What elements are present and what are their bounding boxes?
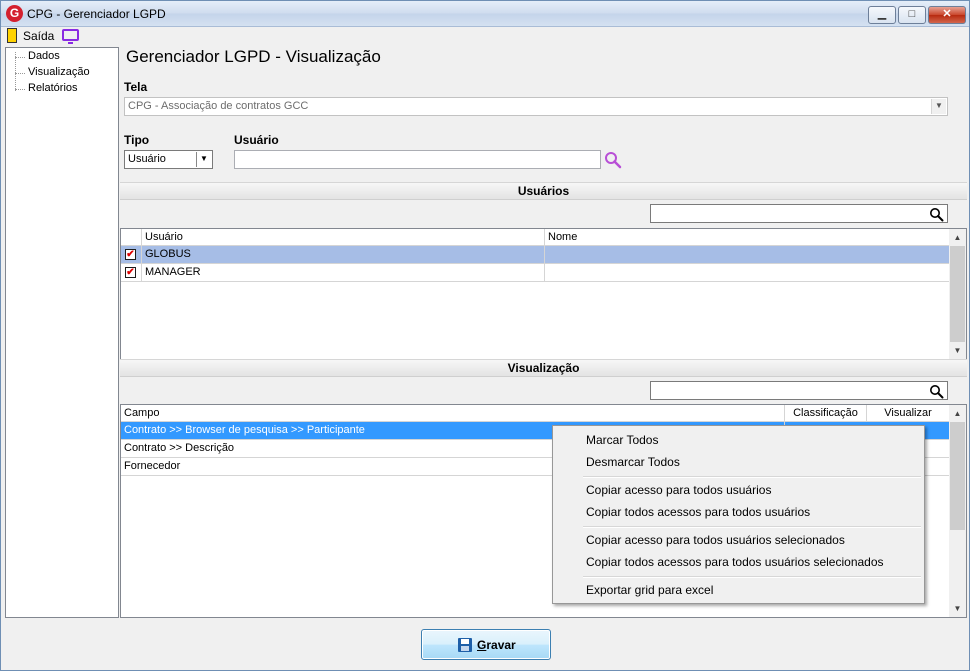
visualizacao-scrollbar[interactable]: ▲ ▼	[949, 405, 966, 617]
close-button[interactable]: ✕	[928, 6, 966, 24]
scroll-thumb[interactable]	[950, 246, 965, 342]
scroll-thumb[interactable]	[950, 422, 965, 530]
checkbox-checked[interactable]: ✔	[125, 267, 136, 278]
menu-item-copiar-acesso-todos[interactable]: Copiar acesso para todos usuários	[586, 483, 771, 497]
chevron-down-icon[interactable]: ▼	[931, 99, 946, 114]
tipo-select-value: Usuário	[128, 153, 166, 165]
usuario-input[interactable]	[234, 150, 601, 169]
menu-separator	[583, 526, 921, 528]
tela-select-value: CPG - Associação de contratos GCC	[128, 100, 309, 112]
navigation-tree: Dados Visualização Relatórios	[5, 47, 119, 618]
app-window: G CPG - Gerenciador LGPD ▁ □ ✕ Saída Dad…	[0, 0, 970, 671]
chevron-down-icon[interactable]: ▼	[196, 152, 211, 167]
scroll-down-icon[interactable]: ▼	[949, 600, 966, 617]
tree-connector	[15, 89, 25, 90]
usuarios-section-header: Usuários	[120, 182, 967, 200]
app-logo-icon: G	[6, 5, 23, 22]
menu-item-desmarcar-todos[interactable]: Desmarcar Todos	[586, 455, 680, 469]
maximize-button[interactable]: □	[898, 6, 926, 24]
scroll-up-icon[interactable]: ▲	[949, 405, 966, 422]
menu-bar: Saída	[1, 27, 969, 45]
scroll-up-icon[interactable]: ▲	[949, 229, 966, 246]
minimize-button[interactable]: ▁	[868, 6, 896, 24]
checkbox-checked[interactable]: ✔	[125, 249, 136, 260]
table-cell-nome[interactable]	[545, 246, 950, 264]
grid-header-usuario[interactable]: Usuário	[142, 229, 545, 246]
menu-item-copiar-todos-acessos-selecionados[interactable]: Copiar todos acessos para todos usuários…	[586, 555, 884, 569]
save-button-mnemonic: G	[477, 638, 487, 652]
table-row[interactable]: ✔	[121, 246, 142, 264]
tela-select[interactable]: CPG - Associação de contratos GCC ▼	[124, 97, 948, 116]
grid-header-campo[interactable]: Campo	[121, 405, 785, 422]
tipo-select[interactable]: Usuário ▼	[124, 150, 213, 169]
exit-door-icon[interactable]	[7, 28, 17, 43]
tipo-label: Tipo	[124, 133, 150, 147]
menu-separator	[583, 576, 921, 578]
save-button-label-rest: ravar	[486, 638, 516, 652]
grid-header-check	[121, 229, 142, 246]
tree-item-visualizacao[interactable]: Visualização	[28, 66, 90, 78]
menu-item-marcar-todos[interactable]: Marcar Todos	[586, 433, 658, 447]
title-bar[interactable]: G CPG - Gerenciador LGPD ▁ □ ✕	[1, 1, 969, 27]
usuario-label: Usuário	[234, 133, 279, 147]
grid-header-nome[interactable]: Nome	[545, 229, 950, 246]
floppy-disk-icon	[458, 638, 472, 652]
screen-icon[interactable]	[62, 29, 79, 44]
table-cell-usuario[interactable]: GLOBUS	[142, 246, 545, 264]
usuarios-search-input[interactable]	[650, 204, 948, 223]
tree-item-relatorios[interactable]: Relatórios	[28, 82, 78, 94]
table-cell-usuario[interactable]: MANAGER	[142, 264, 545, 282]
menu-item-copiar-todos-acessos[interactable]: Copiar todos acessos para todos usuários	[586, 505, 810, 519]
menu-separator	[583, 476, 921, 478]
table-row[interactable]: ✔	[121, 264, 142, 282]
grid-header-visualizar[interactable]: Visualizar	[867, 405, 950, 422]
window-title: CPG - Gerenciador LGPD	[27, 7, 166, 21]
visualizacao-search-input[interactable]	[650, 381, 948, 400]
usuarios-scrollbar[interactable]: ▲ ▼	[949, 229, 966, 359]
save-button[interactable]: Gravar	[421, 629, 551, 660]
search-icon[interactable]	[604, 151, 623, 169]
tree-connector	[15, 57, 25, 58]
page-title: Gerenciador LGPD - Visualização	[126, 47, 381, 66]
search-icon[interactable]	[929, 207, 944, 222]
grid-header-classificacao[interactable]: Classificação	[785, 405, 867, 422]
menu-item-copiar-acesso-selecionados[interactable]: Copiar acesso para todos usuários seleci…	[586, 533, 845, 547]
search-icon[interactable]	[929, 384, 944, 399]
usuarios-grid: Usuário Nome ✔ GLOBUS ✔ MANAGER ▲ ▼	[120, 228, 967, 360]
context-menu: Marcar Todos Desmarcar Todos Copiar aces…	[552, 425, 925, 604]
tree-connector	[15, 73, 25, 74]
tela-label: Tela	[124, 80, 148, 94]
menu-item-exportar-excel[interactable]: Exportar grid para excel	[586, 583, 713, 597]
table-cell-nome[interactable]	[545, 264, 950, 282]
visualizacao-section-header: Visualização	[120, 359, 967, 377]
tree-item-dados[interactable]: Dados	[28, 50, 60, 62]
exit-menu-item[interactable]: Saída	[23, 29, 54, 43]
scroll-down-icon[interactable]: ▼	[949, 342, 966, 359]
save-button-label: Gravar	[477, 638, 516, 652]
